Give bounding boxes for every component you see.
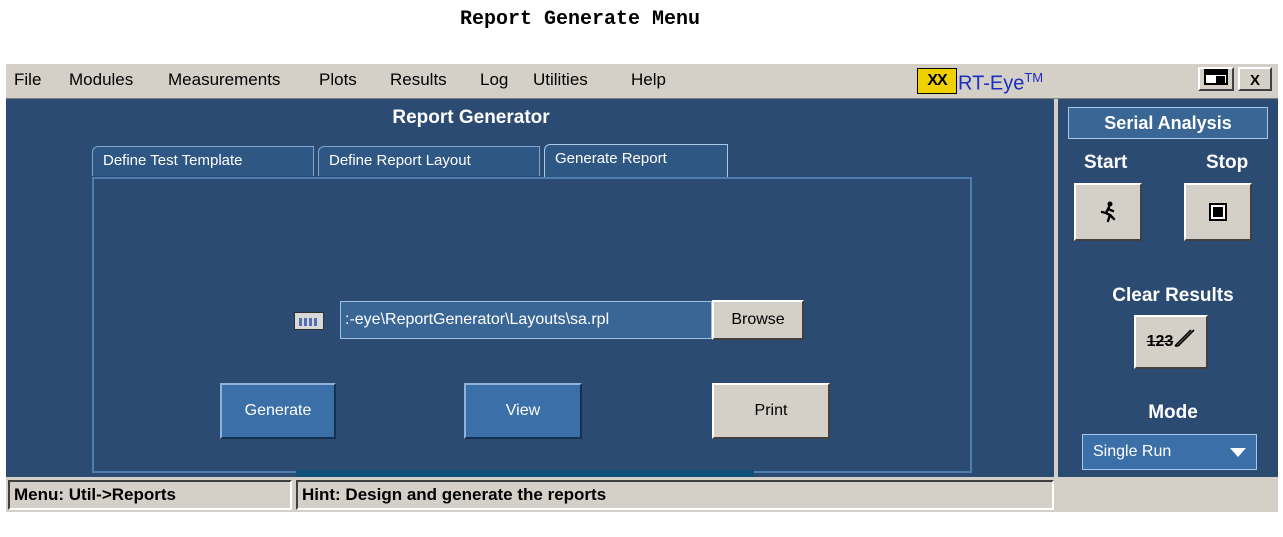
tab-define-report-layout[interactable]: Define Report Layout [318, 146, 540, 176]
stop-icon [1209, 203, 1227, 221]
report-generator-panel: Report Generator Define Test Template De… [6, 99, 1054, 510]
browse-button[interactable]: Browse [712, 300, 804, 340]
status-hint: Hint: Design and generate the reports [296, 480, 1054, 510]
app-window: File Modules Measurements Plots Results … [6, 64, 1278, 512]
menu-plots[interactable]: Plots [319, 70, 357, 90]
print-button[interactable]: Print [712, 383, 830, 439]
eraser-icon [1174, 329, 1195, 347]
menu-log[interactable]: Log [480, 70, 508, 90]
clear-results-button[interactable]: 123 [1134, 315, 1208, 369]
status-bar: Menu: Util->Reports Hint: Design and gen… [6, 477, 1278, 512]
serial-analysis-title: Serial Analysis [1068, 107, 1268, 139]
generate-button[interactable]: Generate [220, 383, 336, 439]
tab-define-test-template[interactable]: Define Test Template [92, 146, 314, 176]
panel-title: Report Generator [392, 107, 550, 128]
menu-modules[interactable]: Modules [69, 70, 133, 90]
dropdown-arrow-icon [1230, 448, 1246, 457]
window-icon [1204, 69, 1228, 85]
menu-measurements[interactable]: Measurements [168, 70, 280, 90]
status-menu: Menu: Util->Reports [8, 480, 292, 510]
view-button[interactable]: View [464, 383, 582, 439]
menu-bar: File Modules Measurements Plots Results … [6, 64, 1278, 99]
clear-results-label: Clear Results [1112, 285, 1234, 306]
menu-file[interactable]: File [14, 70, 41, 90]
tab-generate-report[interactable]: Generate Report [544, 144, 728, 177]
runner-icon [1100, 201, 1116, 223]
menu-utilities[interactable]: Utilities [533, 70, 588, 90]
start-label: Start [1084, 152, 1128, 173]
close-button[interactable]: X [1238, 67, 1272, 91]
mode-select-value: Single Run [1093, 443, 1172, 460]
page-caption: Report Generate Menu [459, 8, 701, 31]
stop-button[interactable] [1184, 183, 1252, 241]
menu-results[interactable]: Results [390, 70, 447, 90]
clear-results-icon-text: 123 [1146, 333, 1174, 350]
stop-label: Stop [1206, 152, 1249, 173]
start-button[interactable] [1074, 183, 1142, 241]
layout-path-input[interactable]: :-eye\ReportGenerator\Layouts\sa.rpl [340, 301, 712, 339]
tektronix-logo-icon: XX [917, 68, 957, 94]
menu-help[interactable]: Help [631, 70, 666, 90]
serial-analysis-panel: Serial Analysis Start Stop Clear Results… [1058, 99, 1278, 477]
brand-title: RT-EyeTM [958, 70, 1044, 95]
mode-select[interactable]: Single Run [1082, 434, 1257, 470]
mode-label: Mode [1148, 402, 1198, 423]
minimize-button[interactable] [1198, 67, 1234, 91]
keyboard-icon[interactable] [294, 312, 324, 330]
